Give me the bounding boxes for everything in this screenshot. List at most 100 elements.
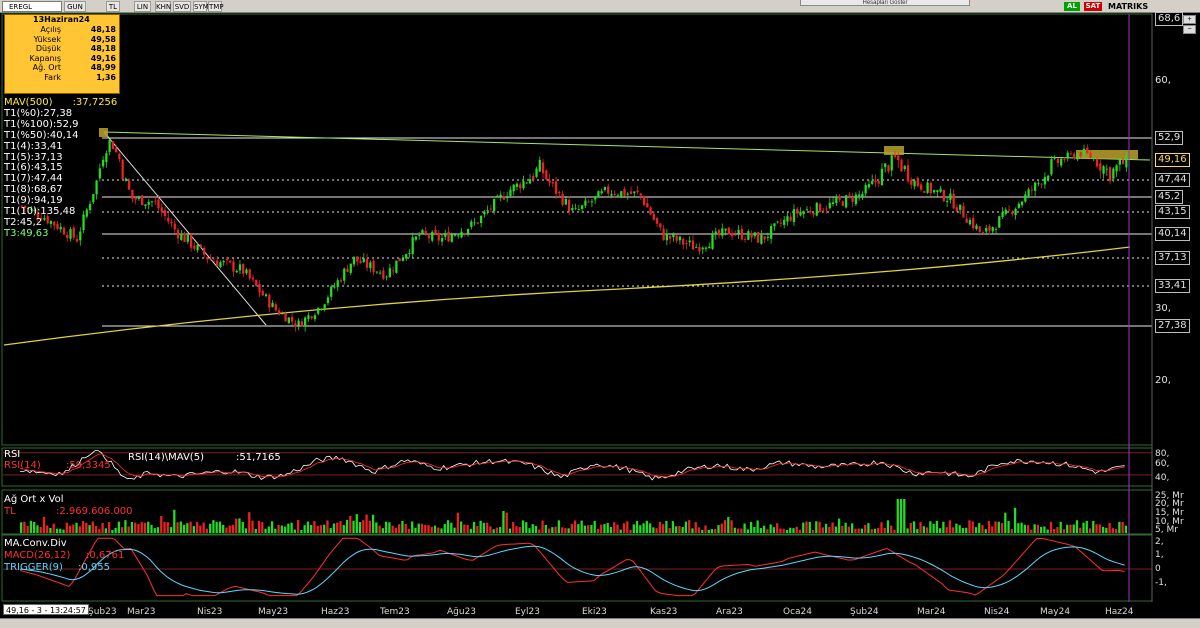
- legend-text: T1(%50):40,14: [4, 129, 79, 141]
- candle-body: [199, 244, 203, 247]
- volume-bar: [743, 523, 746, 533]
- candle-body: [69, 229, 72, 239]
- candle-body: [1063, 159, 1066, 160]
- volume-bar: [238, 518, 241, 533]
- candle-body: [440, 238, 444, 242]
- macd-axis-label: 0: [1155, 564, 1161, 574]
- volume-bar: [297, 520, 300, 533]
- candle-body: [108, 139, 111, 152]
- candle-body: [512, 184, 515, 192]
- candle-body: [541, 162, 545, 174]
- price-axis-label: 30,: [1155, 303, 1171, 314]
- candle-body: [479, 215, 483, 224]
- volume-bar: [1043, 526, 1046, 533]
- volume-bar: [319, 525, 323, 533]
- candle-body: [545, 170, 548, 180]
- candle-body: [59, 226, 62, 230]
- candle-body: [955, 207, 959, 212]
- candle-body: [238, 264, 242, 271]
- candle-body: [805, 209, 809, 211]
- candle-body: [737, 229, 740, 234]
- candle-body: [893, 155, 897, 157]
- volume-bar: [417, 523, 420, 533]
- candle-body: [998, 216, 1001, 228]
- volume-bar: [499, 527, 502, 533]
- candle-body: [92, 194, 95, 203]
- volume-bar: [1013, 507, 1017, 533]
- volume-bar: [189, 521, 192, 533]
- volume-bar: [782, 528, 785, 533]
- candle-body: [652, 213, 655, 220]
- candle-body: [701, 247, 704, 250]
- candle-body: [721, 228, 724, 236]
- candle-body: [753, 232, 757, 237]
- volume-bar: [704, 525, 707, 533]
- volume-bar: [375, 522, 378, 533]
- candle-body: [1060, 158, 1063, 166]
- candle-body: [1020, 201, 1024, 206]
- candle-body: [812, 213, 815, 215]
- candle-body: [770, 226, 773, 239]
- candle-body: [626, 193, 629, 195]
- candle-body: [62, 228, 66, 235]
- candle-body: [1099, 163, 1102, 171]
- candle-body: [75, 238, 79, 242]
- candle-body: [861, 193, 864, 197]
- volume-bar: [867, 523, 870, 533]
- candle-body: [261, 290, 264, 296]
- date-axis-label: Mar23: [127, 607, 156, 617]
- volume-bar: [368, 520, 371, 533]
- candle-body: [1095, 159, 1099, 167]
- candle-body: [118, 153, 121, 160]
- date-axis-label: May23: [258, 607, 289, 617]
- candle-body: [639, 193, 642, 196]
- volume-bar: [199, 525, 202, 533]
- volume-bar: [707, 529, 710, 533]
- candle-body: [594, 196, 597, 200]
- volume-bar: [691, 528, 694, 533]
- volume-bar: [241, 521, 244, 533]
- candle-body: [776, 221, 779, 223]
- zoom-in-button[interactable]: +: [1183, 15, 1196, 24]
- volume-bar: [639, 525, 642, 533]
- chart-canvas[interactable]: [0, 0, 1200, 628]
- candle-body: [1004, 209, 1007, 215]
- candle-body: [1037, 183, 1040, 184]
- volume-bar: [1000, 523, 1004, 533]
- volume-bar: [694, 522, 697, 533]
- macd-axis-label: 1,: [1155, 550, 1164, 560]
- candle-body: [1115, 165, 1118, 172]
- candle-body: [216, 260, 219, 267]
- volume-bar: [968, 520, 971, 533]
- volume-bar: [544, 524, 547, 533]
- volume-bar: [518, 527, 521, 533]
- rsi-axis-label: 40,: [1155, 473, 1170, 483]
- macd-title: MA.Conv.Div: [4, 538, 67, 549]
- candle-body: [235, 270, 238, 273]
- volume-bar: [981, 525, 984, 533]
- volume-bar: [358, 522, 362, 533]
- candle-body: [1089, 152, 1092, 158]
- candle-body: [147, 201, 150, 205]
- price-axis-label: 68,6: [1155, 12, 1184, 26]
- price-axis-label: 43,15: [1155, 205, 1190, 219]
- volume-bar: [443, 524, 446, 533]
- candle-body: [730, 233, 734, 237]
- volume-bar: [1004, 512, 1007, 533]
- candle-body: [581, 205, 584, 209]
- volume-bar: [942, 521, 945, 533]
- candle-body: [137, 197, 141, 200]
- candle-body: [1030, 189, 1034, 191]
- candle-body: [391, 270, 395, 272]
- volume-bar: [831, 522, 834, 533]
- candle-body: [610, 194, 613, 196]
- volume-bar: [107, 522, 111, 533]
- volume-bar: [251, 520, 254, 533]
- volume-bar: [427, 525, 430, 533]
- candle-body: [1040, 183, 1043, 185]
- volume-bar: [789, 527, 792, 533]
- volume-bar: [658, 521, 662, 533]
- candle-body: [959, 204, 962, 210]
- zoom-out-button[interactable]: −: [1183, 25, 1196, 34]
- volume-bar: [1033, 524, 1036, 533]
